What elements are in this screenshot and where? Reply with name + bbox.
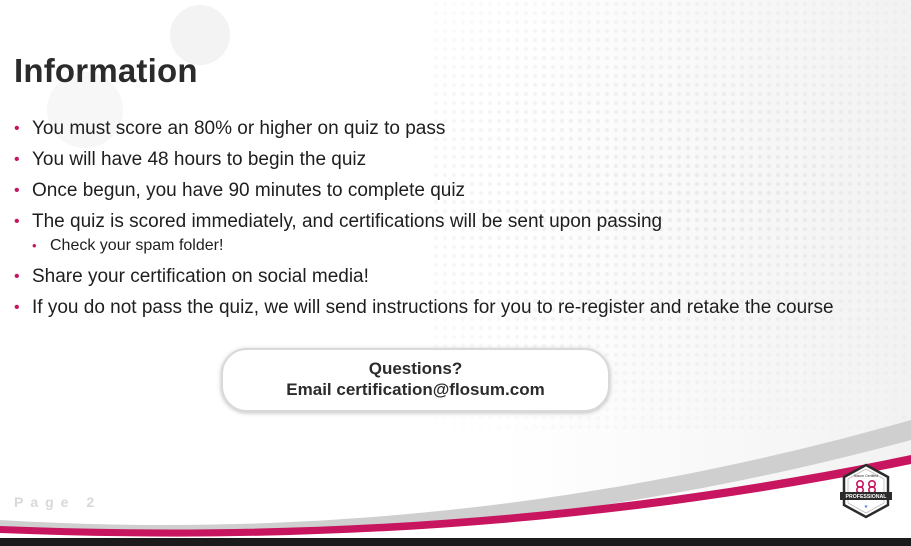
bullet-icon: • xyxy=(14,151,20,168)
callout-email[interactable]: Email certification@flosum.com xyxy=(223,379,608,400)
page-title: Information xyxy=(14,52,198,89)
questions-callout: Questions? Email certification@flosum.co… xyxy=(221,348,610,412)
sub-bullet-list: • Check your spam folder! xyxy=(32,236,834,256)
sub-list-item: • Check your spam folder! xyxy=(32,237,224,254)
bullet-icon: • xyxy=(14,213,20,230)
list-item: • You will have 48 hours to begin the qui… xyxy=(14,149,367,170)
list-item: • The quiz is scored immediately, and cer… xyxy=(14,211,834,256)
page-number: Page 2 xyxy=(14,494,102,510)
bottom-bar xyxy=(0,538,911,546)
slide: Information • You must score an 80% or hi… xyxy=(0,0,911,546)
list-item: • If you do not pass the quiz, we will se… xyxy=(14,297,834,318)
list-item: • You must score an 80% or higher on quiz… xyxy=(14,118,446,139)
bullet-icon: • xyxy=(14,268,20,285)
bullet-list: • You must score an 80% or higher on quiz… xyxy=(14,118,834,328)
svg-text:PROFESSIONAL: PROFESSIONAL xyxy=(846,494,888,500)
bullet-icon: • xyxy=(14,299,20,316)
svg-text:★: ★ xyxy=(864,504,869,510)
list-item: • Once begun, you have 90 minutes to comp… xyxy=(14,180,466,201)
list-item: • Share your certification on social medi… xyxy=(14,266,369,287)
svg-text:flosum Certified: flosum Certified xyxy=(854,474,878,478)
bullet-icon: • xyxy=(14,182,20,199)
bullet-icon: • xyxy=(14,120,20,137)
bullet-icon: • xyxy=(32,238,37,253)
certification-badge-icon: flosum Certified PROFESSIONAL ★ xyxy=(840,463,892,519)
callout-heading: Questions? xyxy=(368,359,463,378)
